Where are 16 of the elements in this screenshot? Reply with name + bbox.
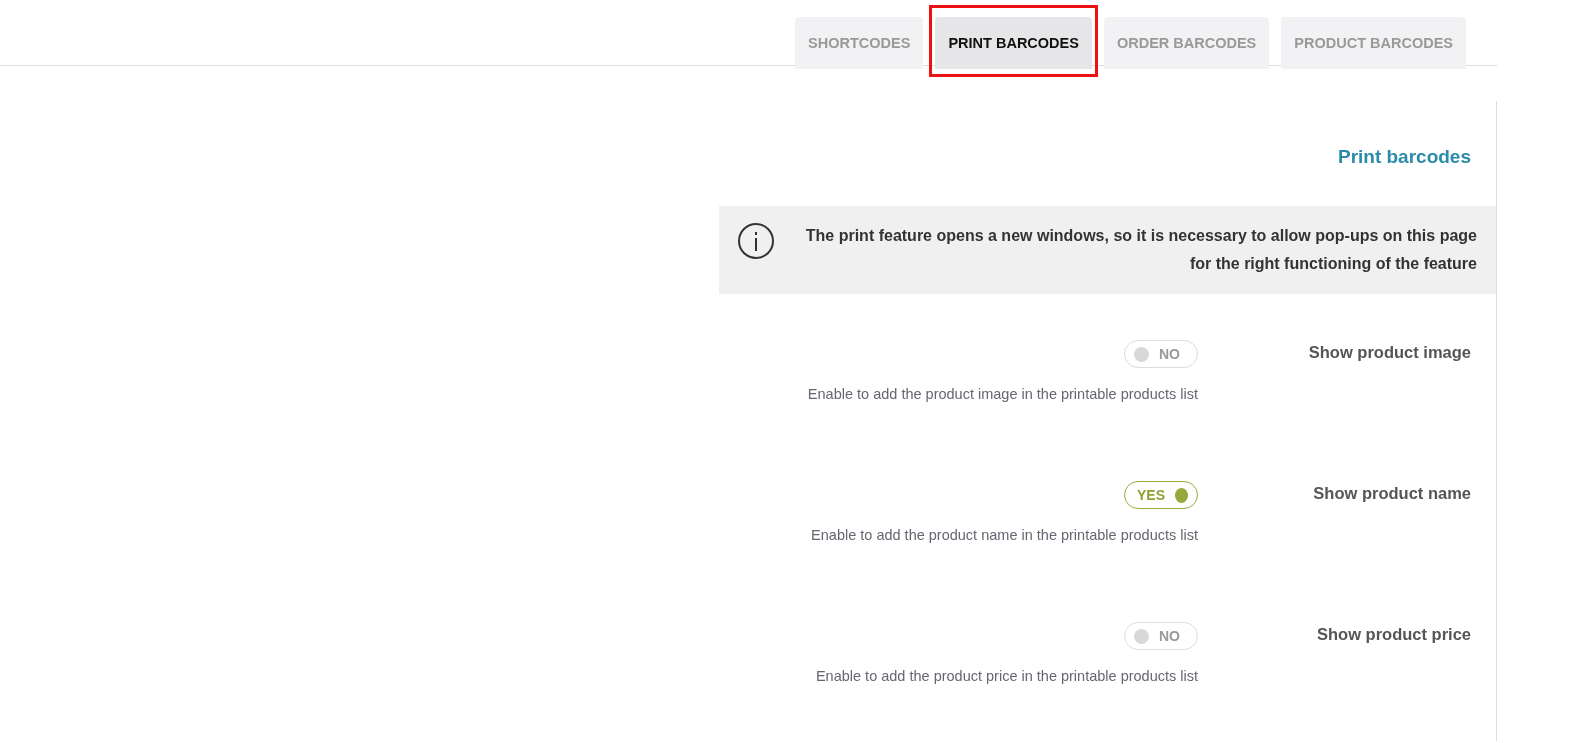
toggle-switch[interactable]: NO [1124,622,1198,650]
toggle-switch[interactable]: YES [1124,481,1198,509]
option-label: Show product image [1307,342,1472,363]
option-description: Enable to add the product image in the printable products list [807,386,1198,402]
tab[interactable]: ORDER BARCODES [1103,17,1270,69]
option-description: Enable to add the product name in the printable products list [811,527,1198,543]
tab[interactable]: SHORTCODES [795,17,924,69]
section-title: Print barcodes [1336,145,1472,169]
tab[interactable]: PRINT BARCODES [935,17,1092,69]
tab[interactable]: PRODUCT BARCODES [1281,17,1466,69]
toggle-switch[interactable]: NO [1124,340,1198,368]
option-label: Show product price [1316,624,1472,645]
option-description: Enable to add the product price in the printable products list [815,668,1198,684]
option-label: Show product name [1312,483,1472,504]
info-icon [737,222,775,260]
notice-text: The print feature opens a new windows, so it is necessary to allow pop-ups on this page for the right functioning of the feature [804,226,1477,274]
